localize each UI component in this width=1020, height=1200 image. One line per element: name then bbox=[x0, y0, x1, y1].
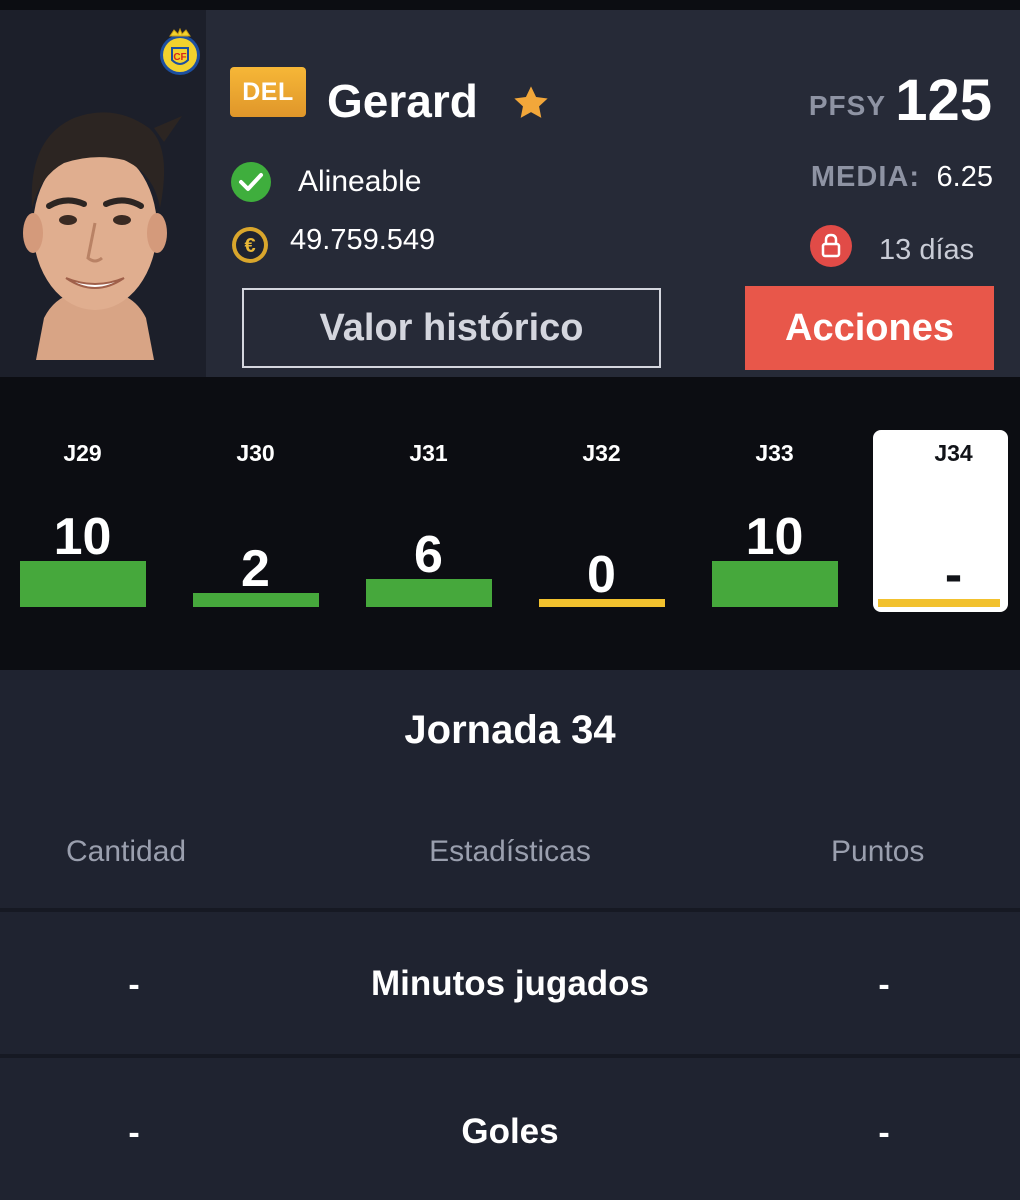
round-points: - bbox=[944, 546, 963, 604]
round-j32[interactable]: J32 0 bbox=[519, 377, 692, 670]
round-j30[interactable]: J30 2 bbox=[173, 377, 346, 670]
market-value: 49.759.549 bbox=[290, 224, 436, 256]
player-photo-column: CF bbox=[0, 10, 206, 377]
row-divider bbox=[0, 1054, 1020, 1058]
stat-row-minutes[interactable]: - Minutos jugados - bbox=[0, 934, 1020, 1034]
round-points-bar bbox=[712, 561, 838, 607]
player-status: Alineable bbox=[298, 165, 422, 198]
row-divider bbox=[0, 908, 1020, 912]
rounds-strip: J29 10 J30 2 J31 6 J32 0 J33 10 J34 - bbox=[0, 377, 1020, 670]
round-label: J30 bbox=[236, 440, 275, 466]
position-badge: DEL bbox=[230, 67, 306, 117]
round-points-bar bbox=[20, 561, 146, 607]
euro-coin-icon: € bbox=[232, 227, 268, 263]
actions-button[interactable]: Acciones bbox=[745, 286, 994, 370]
round-j34[interactable]: J34 - bbox=[865, 377, 1020, 670]
lock-days: 13 días bbox=[879, 234, 975, 266]
svg-text:€: € bbox=[244, 235, 255, 257]
round-points: 10 bbox=[53, 508, 112, 566]
round-label: J33 bbox=[755, 440, 794, 466]
column-header-points: Puntos bbox=[831, 835, 925, 868]
round-points: 0 bbox=[587, 546, 616, 604]
round-label: J29 bbox=[63, 440, 102, 466]
jornada-title: Jornada 34 bbox=[404, 708, 616, 752]
value-history-button[interactable]: Valor histórico bbox=[242, 288, 661, 368]
round-points: 6 bbox=[414, 526, 443, 584]
stat-points: - bbox=[878, 966, 890, 1004]
round-j29[interactable]: J29 10 bbox=[0, 377, 173, 670]
round-label: J31 bbox=[409, 440, 448, 466]
svg-text:CF: CF bbox=[173, 52, 186, 63]
pfsy-value: 125 bbox=[895, 68, 992, 133]
villarreal-crest-icon: CF bbox=[160, 28, 200, 75]
round-points: 2 bbox=[241, 540, 270, 598]
player-header: CF DEL Gerard PFSY 125 Alineable MEDIA: … bbox=[0, 10, 1020, 377]
round-label: J34 bbox=[934, 440, 973, 466]
media-value: 6.25 bbox=[936, 161, 993, 193]
round-j33[interactable]: J33 10 bbox=[692, 377, 865, 670]
pfsy-label: PFSY bbox=[808, 90, 886, 121]
top-strip bbox=[0, 0, 1020, 10]
player-photo bbox=[23, 112, 182, 360]
media-label: MEDIA: bbox=[810, 161, 920, 193]
stat-points: - bbox=[878, 1114, 890, 1152]
round-j31[interactable]: J31 6 bbox=[346, 377, 519, 670]
check-circle-icon bbox=[231, 162, 271, 202]
star-icon[interactable] bbox=[509, 82, 553, 124]
stat-row-goals[interactable]: - Goles - bbox=[0, 1084, 1020, 1184]
round-points: 10 bbox=[745, 508, 804, 566]
lock-icon bbox=[810, 225, 852, 267]
round-label: J32 bbox=[582, 440, 621, 466]
player-name: Gerard bbox=[327, 75, 478, 127]
